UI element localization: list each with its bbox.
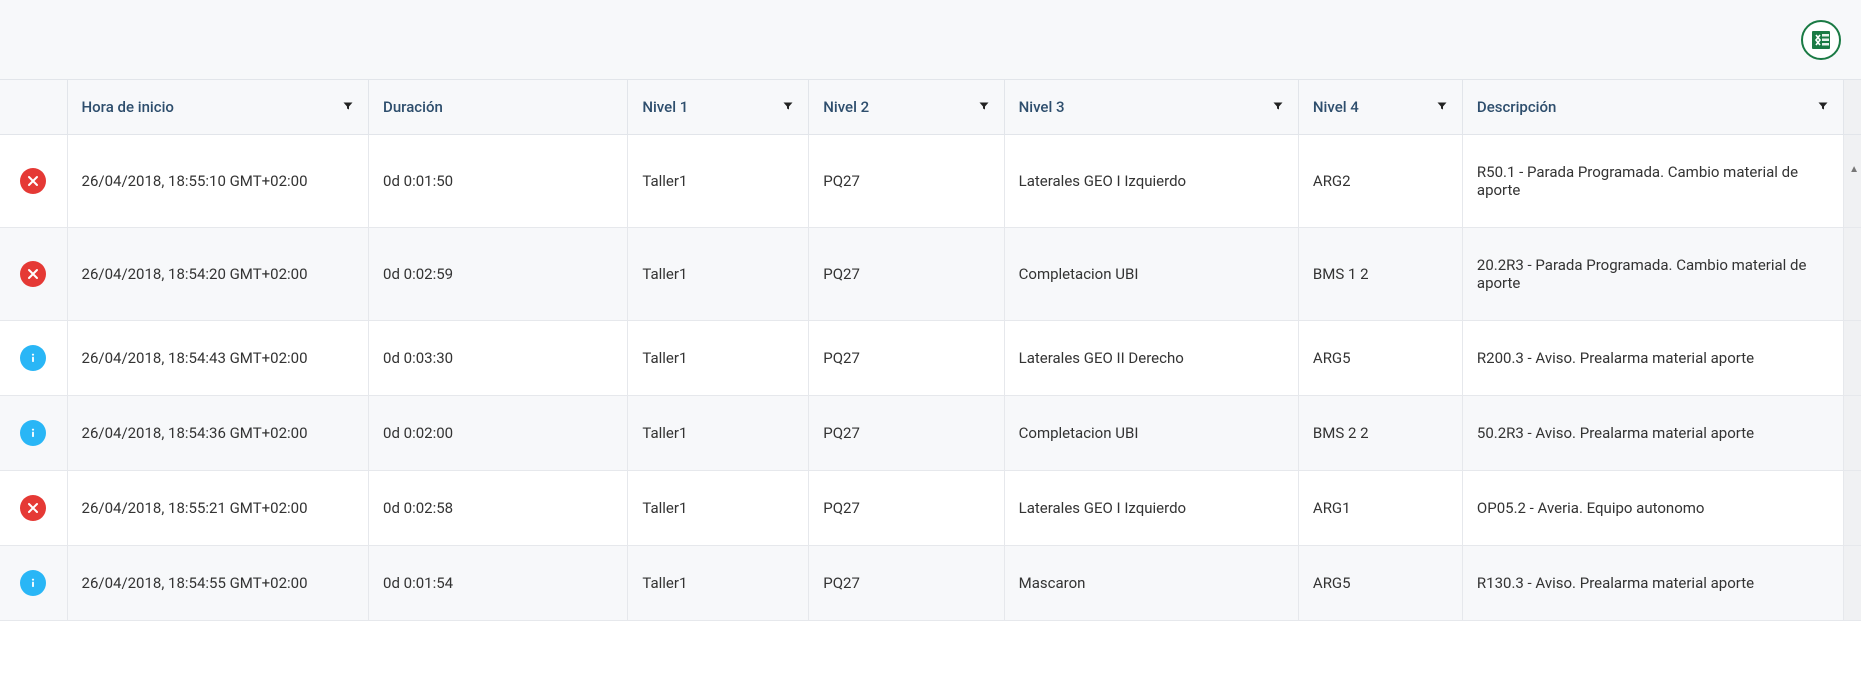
col-header-n2[interactable]: Nivel 2 xyxy=(809,80,1004,135)
cell-desc: R50.1 - Parada Programada. Cambio materi… xyxy=(1463,135,1844,228)
col-header-label: Hora de inicio xyxy=(82,98,174,116)
status-cell xyxy=(0,135,68,228)
cell-start: 26/04/2018, 18:55:10 GMT+02:00 xyxy=(68,135,370,228)
table-row[interactable]: 26/04/2018, 18:55:21 GMT+02:000d 0:02:58… xyxy=(0,471,1861,546)
export-excel-button[interactable] xyxy=(1801,20,1841,60)
events-table: Hora de inicio Duración Nivel 1 Nivel 2 xyxy=(0,80,1861,621)
scrollbar-track[interactable] xyxy=(1844,546,1861,621)
col-header-label: Nivel 1 xyxy=(642,98,688,116)
cell-duration: 0d 0:02:00 xyxy=(369,396,628,471)
col-header-duration[interactable]: Duración xyxy=(369,80,628,135)
cell-n2: PQ27 xyxy=(809,471,1004,546)
cell-n1: Taller1 xyxy=(628,396,809,471)
col-header-n4[interactable]: Nivel 4 xyxy=(1299,80,1463,135)
scrollbar-gutter-header xyxy=(1844,80,1861,135)
cell-n1: Taller1 xyxy=(628,321,809,396)
error-icon xyxy=(20,495,46,521)
cell-start: 26/04/2018, 18:55:21 GMT+02:00 xyxy=(68,471,370,546)
cell-n3: Completacion UBI xyxy=(1005,396,1299,471)
table-header-row: Hora de inicio Duración Nivel 1 Nivel 2 xyxy=(0,80,1861,135)
info-icon xyxy=(20,345,46,371)
cell-duration: 0d 0:02:58 xyxy=(369,471,628,546)
status-cell xyxy=(0,228,68,321)
cell-n4: ARG1 xyxy=(1299,471,1463,546)
cell-duration: 0d 0:02:59 xyxy=(369,228,628,321)
col-header-label: Descripción xyxy=(1477,98,1556,116)
cell-n2: PQ27 xyxy=(809,546,1004,621)
cell-desc: 50.2R3 - Aviso. Prealarma material aport… xyxy=(1463,396,1844,471)
excel-icon xyxy=(1809,28,1833,52)
scroll-up-icon[interactable]: ▲ xyxy=(1849,164,1859,175)
cell-duration: 0d 0:01:54 xyxy=(369,546,628,621)
col-header-label: Nivel 3 xyxy=(1019,98,1065,116)
cell-n4: BMS 2 2 xyxy=(1299,396,1463,471)
scrollbar-track[interactable] xyxy=(1844,135,1861,228)
toolbar xyxy=(0,0,1861,80)
col-header-desc[interactable]: Descripción xyxy=(1463,80,1844,135)
status-cell xyxy=(0,396,68,471)
info-icon xyxy=(20,570,46,596)
table-row[interactable]: 26/04/2018, 18:54:55 GMT+02:000d 0:01:54… xyxy=(0,546,1861,621)
col-header-status[interactable] xyxy=(0,80,68,135)
status-cell xyxy=(0,321,68,396)
filter-icon[interactable] xyxy=(978,98,990,116)
cell-n4: BMS 1 2 xyxy=(1299,228,1463,321)
cell-n4: ARG2 xyxy=(1299,135,1463,228)
cell-n3: Laterales GEO II Derecho xyxy=(1005,321,1299,396)
cell-desc: 20.2R3 - Parada Programada. Cambio mater… xyxy=(1463,228,1844,321)
cell-desc: OP05.2 - Averia. Equipo autonomo xyxy=(1463,471,1844,546)
scrollbar-track[interactable] xyxy=(1844,396,1861,471)
table-row[interactable]: 26/04/2018, 18:54:36 GMT+02:000d 0:02:00… xyxy=(0,396,1861,471)
cell-n3: Laterales GEO I Izquierdo xyxy=(1005,135,1299,228)
cell-n2: PQ27 xyxy=(809,321,1004,396)
error-icon xyxy=(20,261,46,287)
cell-n1: Taller1 xyxy=(628,135,809,228)
cell-n4: ARG5 xyxy=(1299,546,1463,621)
cell-n1: Taller1 xyxy=(628,546,809,621)
cell-n4: ARG5 xyxy=(1299,321,1463,396)
scrollbar-track[interactable] xyxy=(1844,321,1861,396)
cell-start: 26/04/2018, 18:54:36 GMT+02:00 xyxy=(68,396,370,471)
filter-icon[interactable] xyxy=(782,98,794,116)
status-cell xyxy=(0,471,68,546)
col-header-label: Nivel 4 xyxy=(1313,98,1359,116)
filter-icon[interactable] xyxy=(1436,98,1448,116)
cell-n3: Laterales GEO I Izquierdo xyxy=(1005,471,1299,546)
filter-icon[interactable] xyxy=(342,98,354,116)
cell-n2: PQ27 xyxy=(809,228,1004,321)
table-row[interactable]: 26/04/2018, 18:55:10 GMT+02:000d 0:01:50… xyxy=(0,135,1861,228)
cell-n1: Taller1 xyxy=(628,228,809,321)
col-header-label: Duración xyxy=(383,98,443,116)
cell-n3: Completacion UBI xyxy=(1005,228,1299,321)
cell-desc: R200.3 - Aviso. Prealarma material aport… xyxy=(1463,321,1844,396)
cell-start: 26/04/2018, 18:54:43 GMT+02:00 xyxy=(68,321,370,396)
cell-n2: PQ27 xyxy=(809,135,1004,228)
filter-icon[interactable] xyxy=(1272,98,1284,116)
cell-n1: Taller1 xyxy=(628,471,809,546)
scrollbar-track[interactable] xyxy=(1844,471,1861,546)
cell-duration: 0d 0:03:30 xyxy=(369,321,628,396)
table-row[interactable]: 26/04/2018, 18:54:20 GMT+02:000d 0:02:59… xyxy=(0,228,1861,321)
col-header-n1[interactable]: Nivel 1 xyxy=(628,80,809,135)
col-header-label: Nivel 2 xyxy=(823,98,869,116)
table-row[interactable]: 26/04/2018, 18:54:43 GMT+02:000d 0:03:30… xyxy=(0,321,1861,396)
error-icon xyxy=(20,168,46,194)
cell-n3: Mascaron xyxy=(1005,546,1299,621)
status-cell xyxy=(0,546,68,621)
col-header-start[interactable]: Hora de inicio xyxy=(68,80,370,135)
scrollbar-track[interactable] xyxy=(1844,228,1861,321)
cell-duration: 0d 0:01:50 xyxy=(369,135,628,228)
filter-icon[interactable] xyxy=(1817,98,1829,116)
col-header-n3[interactable]: Nivel 3 xyxy=(1005,80,1299,135)
events-table-wrap: ▲ Hora de inicio Duración Nivel 1 xyxy=(0,80,1861,621)
info-icon xyxy=(20,420,46,446)
cell-start: 26/04/2018, 18:54:20 GMT+02:00 xyxy=(68,228,370,321)
cell-n2: PQ27 xyxy=(809,396,1004,471)
cell-start: 26/04/2018, 18:54:55 GMT+02:00 xyxy=(68,546,370,621)
cell-desc: R130.3 - Aviso. Prealarma material aport… xyxy=(1463,546,1844,621)
